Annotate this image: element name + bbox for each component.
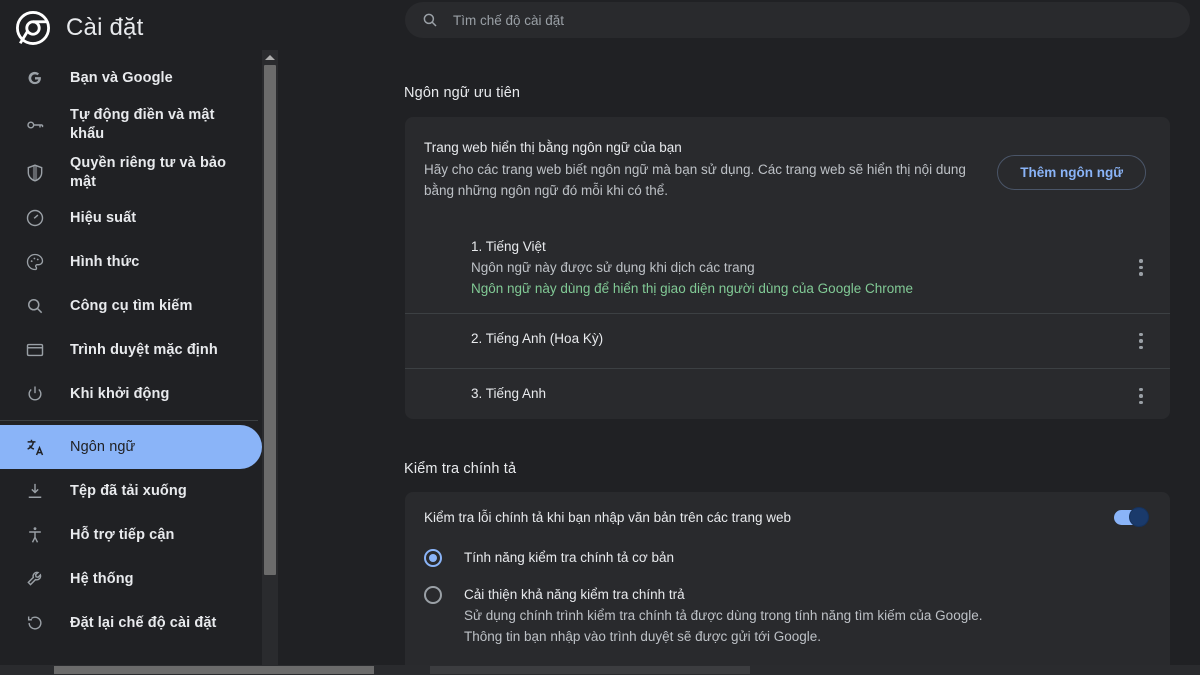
key-icon [24, 114, 46, 136]
sidebar-item-default-browser[interactable]: Trình duyệt mặc định [0, 328, 262, 372]
section-heading-spell-check: Kiểm tra chính tả [404, 461, 517, 477]
language-translate-note: Ngôn ngữ này được sử dụng khi dịch các t… [471, 260, 755, 275]
sidebar-scrollbar-thumb[interactable] [264, 65, 276, 575]
language-list-item[interactable]: 1. Tiếng Việt Ngôn ngữ này được sử dụng … [405, 222, 1170, 313]
spell-check-toggle[interactable] [1114, 507, 1149, 527]
search-input[interactable] [453, 12, 1174, 28]
radio-button[interactable] [424, 549, 442, 567]
sidebar-item-label: Khi khởi động [70, 385, 170, 402]
option-label: Cải thiện khả năng kiểm tra chính trả [464, 587, 685, 602]
sidebar-item-label: Trình duyệt mặc định [70, 341, 218, 358]
power-icon [24, 383, 46, 405]
sidebar-item-system[interactable]: Hệ thống [0, 557, 262, 601]
language-intro-row: Trang web hiển thị bằng ngôn ngữ của bạn… [405, 117, 1170, 201]
section-heading-preferred-languages: Ngôn ngữ ưu tiên [404, 85, 521, 101]
sidebar-item-autofill-passwords[interactable]: Tự động điền và mật khẩu [0, 100, 262, 150]
language-list-item[interactable]: 2. Tiếng Anh (Hoa Kỳ) [405, 313, 1170, 368]
sidebar-item-label: Hệ thống [70, 570, 134, 587]
sidebar-item-label: Tệp đã tải xuống [70, 482, 187, 499]
shield-icon [24, 162, 46, 184]
main-content: Ngôn ngữ ưu tiên Trang web hiển thị bằng… [278, 0, 1200, 675]
search-bar [405, 2, 1190, 38]
download-icon [24, 480, 46, 502]
wrench-icon [24, 568, 46, 590]
sidebar-scrollbar[interactable] [262, 50, 278, 675]
sidebar-item-label: Đặt lại chế độ cài đặt [70, 614, 217, 631]
page-horizontal-scrollbar[interactable] [0, 665, 1200, 675]
sidebar-item-label: Công cụ tìm kiếm [70, 297, 193, 314]
brand-header: Cài đặt [0, 0, 278, 56]
language-item-body: 1. Tiếng Việt Ngôn ngữ này được sử dụng … [471, 236, 1130, 299]
language-item-body: 2. Tiếng Anh (Hoa Kỳ) [471, 328, 1130, 349]
sidebar-item-performance[interactable]: Hiệu suất [0, 196, 262, 240]
sidebar: Cài đặt Bạn và Google Tự động điền và mậ… [0, 0, 278, 675]
settings-window: Cài đặt Bạn và Google Tự động điền và mậ… [0, 0, 1200, 675]
speedometer-icon [24, 207, 46, 229]
language-list-item[interactable]: 3. Tiếng Anh [405, 368, 1170, 423]
sidebar-nav: Bạn và Google Tự động điền và mật khẩu Q… [0, 56, 262, 675]
option-body: Tính năng kiểm tra chính tả cơ bản [464, 547, 1148, 568]
horizontal-scrollbar-thumb[interactable] [54, 666, 374, 674]
scroll-up-arrow-icon[interactable] [262, 50, 278, 64]
accessibility-icon [24, 524, 46, 546]
sidebar-item-privacy-security[interactable]: Quyền riêng tư và bảo mật [0, 150, 262, 196]
option-description: Sử dụng chính trình kiểm tra chính tả đư… [464, 608, 983, 644]
sidebar-item-downloads[interactable]: Tệp đã tải xuống [0, 469, 262, 513]
language-name: 1. Tiếng Việt [471, 239, 546, 254]
spell-check-toggle-label: Kiểm tra lỗi chính tả khi bạn nhập văn b… [424, 510, 791, 525]
radio-button[interactable] [424, 586, 442, 604]
option-body: Cải thiện khả năng kiểm tra chính trả Sử… [464, 584, 1148, 647]
search-icon [24, 295, 46, 317]
sidebar-item-search-engine[interactable]: Công cụ tìm kiếm [0, 284, 262, 328]
sidebar-item-reset-settings[interactable]: Đặt lại chế độ cài đặt [0, 601, 262, 645]
horizontal-scrollbar-track-segment[interactable] [430, 666, 750, 674]
page-title: Cài đặt [66, 14, 144, 41]
google-g-icon [24, 67, 46, 89]
language-intro-description: Hãy cho các trang web biết ngôn ngữ mà b… [424, 162, 966, 198]
restore-icon [24, 612, 46, 634]
sidebar-item-label: Hiệu suất [70, 209, 137, 226]
more-vert-icon[interactable] [1130, 259, 1152, 276]
more-vert-icon[interactable] [1130, 387, 1152, 405]
palette-icon [24, 251, 46, 273]
sidebar-item-languages[interactable]: Ngôn ngữ [0, 425, 262, 469]
language-name: 3. Tiếng Anh [471, 386, 547, 401]
language-list: 1. Tiếng Việt Ngôn ngữ này được sử dụng … [405, 222, 1170, 423]
browser-window-icon [24, 339, 46, 361]
sidebar-item-accessibility[interactable]: Hỗ trợ tiếp cận [0, 513, 262, 557]
sidebar-item-label: Hình thức [70, 253, 140, 270]
chrome-logo-icon [16, 11, 50, 45]
language-intro-title: Trang web hiển thị bằng ngôn ngữ của bạn [424, 140, 682, 155]
search-box[interactable] [405, 2, 1190, 38]
spell-check-option-basic[interactable]: Tính năng kiểm tra chính tả cơ bản [405, 543, 1170, 572]
sidebar-item-appearance[interactable]: Hình thức [0, 240, 262, 284]
sidebar-item-you-and-google[interactable]: Bạn và Google [0, 56, 262, 100]
language-intro-text: Trang web hiển thị bằng ngôn ngữ của bạn… [424, 137, 987, 201]
sidebar-divider [0, 420, 258, 421]
spell-check-toggle-row: Kiểm tra lỗi chính tả khi bạn nhập văn b… [405, 492, 1170, 543]
sidebar-item-label: Hỗ trợ tiếp cận [70, 526, 175, 543]
sidebar-item-on-startup[interactable]: Khi khởi động [0, 372, 262, 416]
spell-check-option-enhanced[interactable]: Cải thiện khả năng kiểm tra chính trả Sử… [405, 580, 1170, 651]
preferred-languages-card: Trang web hiển thị bằng ngôn ngữ của bạn… [405, 117, 1170, 419]
sidebar-item-label: Ngôn ngữ [70, 438, 136, 455]
add-language-button[interactable]: Thêm ngôn ngữ [997, 155, 1146, 190]
spell-check-card: Kiểm tra lỗi chính tả khi bạn nhập văn b… [405, 492, 1170, 675]
sidebar-item-label: Bạn và Google [70, 69, 173, 86]
sidebar-item-label: Tự động điền và mật khẩu [70, 107, 215, 142]
more-vert-icon[interactable] [1130, 332, 1152, 350]
search-icon [421, 11, 439, 29]
language-ui-note: Ngôn ngữ này dùng để hiển thị giao diện … [471, 281, 913, 296]
option-label: Tính năng kiểm tra chính tả cơ bản [464, 550, 674, 565]
translate-icon [24, 436, 46, 458]
sidebar-item-label: Quyền riêng tư và bảo mật [70, 155, 227, 190]
toggle-knob [1129, 507, 1149, 527]
language-name: 2. Tiếng Anh (Hoa Kỳ) [471, 331, 604, 346]
language-item-body: 3. Tiếng Anh [471, 383, 1130, 404]
